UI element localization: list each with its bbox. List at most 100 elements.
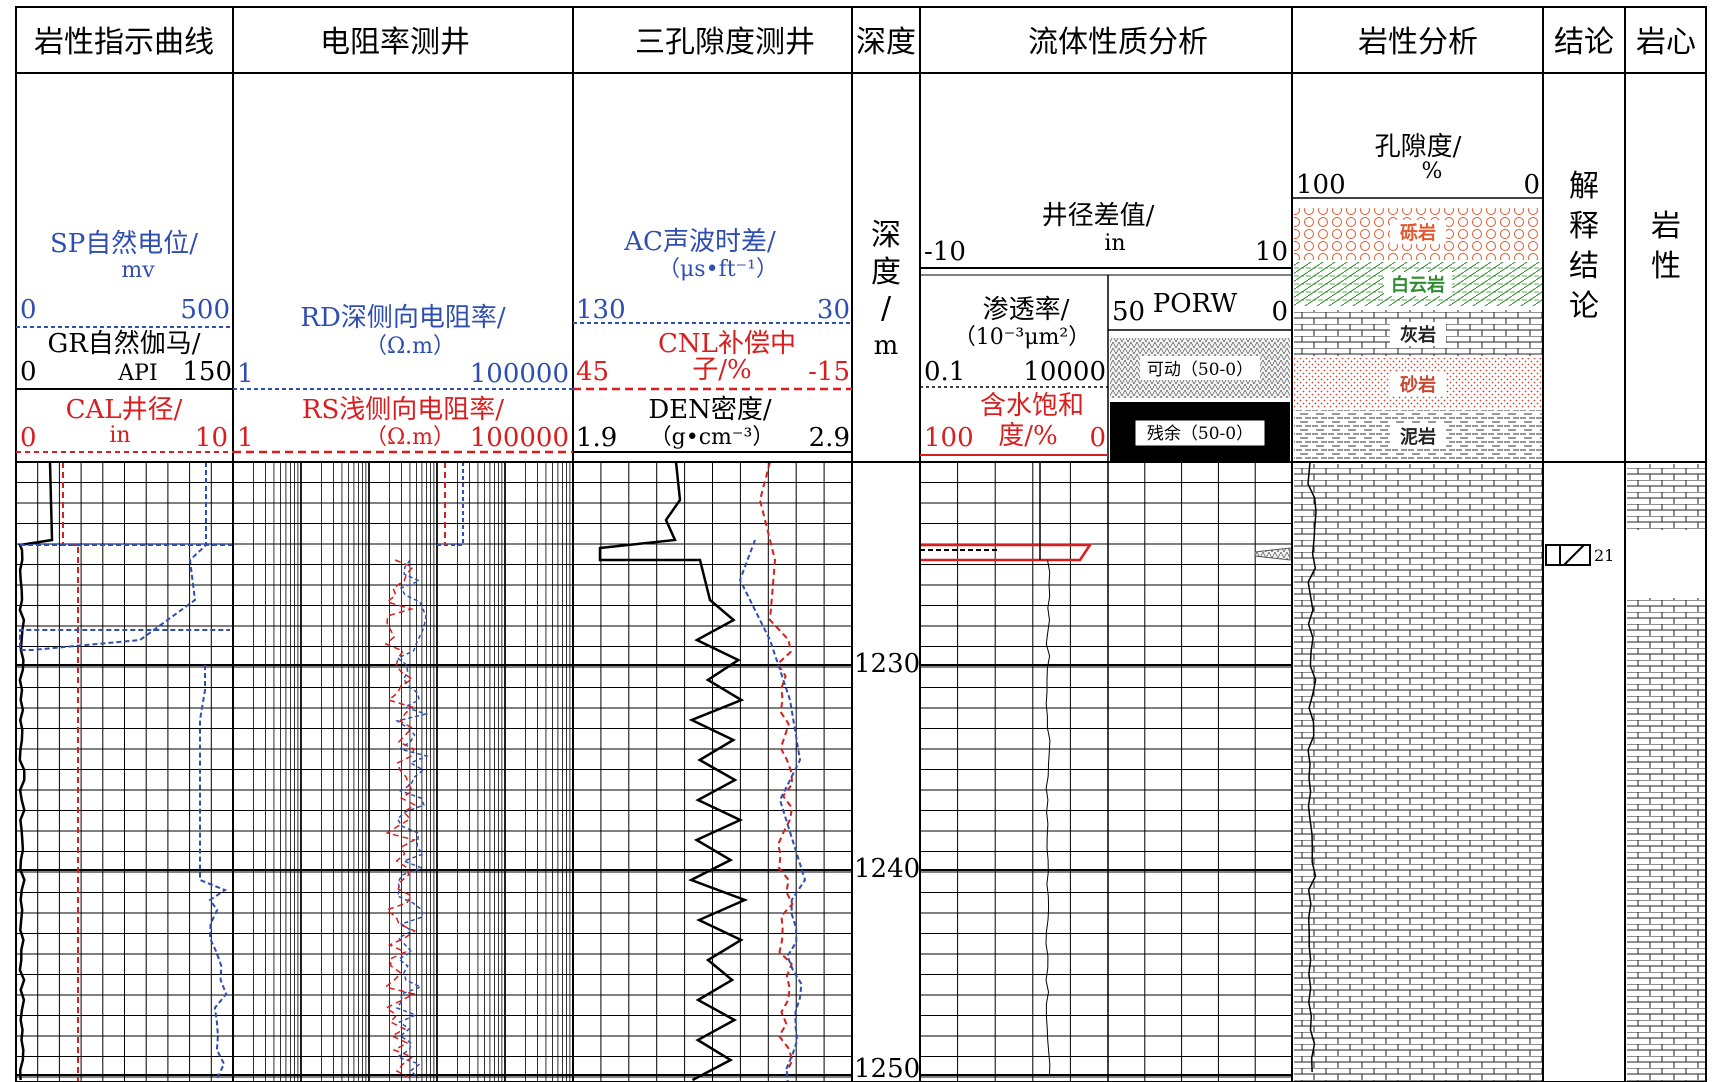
perm-min: 0.1 [924,357,965,387]
gr-curve [18,461,54,1081]
header-depth: 深度 [856,25,916,60]
well-log-chart: 岩性指示曲线 电阻率测井 三孔隙度测井 深度 流体性质分析 岩性分析 结论 岩心… [15,6,1707,1082]
header-resistivity: 电阻率测井 [320,25,470,60]
den-label: DEN密度/ [648,395,772,425]
core-title-char: 性 [1651,249,1681,284]
depth-title-char: m [874,331,899,361]
rs-max: 100000 [470,423,569,453]
perm-unit: （10⁻³μm²） [954,325,1090,350]
legend-dolomite: 白云岩 [1391,274,1445,296]
layer-marker: 21 [1545,544,1614,566]
porw-min: 50 [1112,297,1145,327]
depth-tick-1230: 1230 [854,649,920,679]
depth-header: 深 度 / m [871,218,901,361]
gr-label: GR自然伽马/ [47,329,200,359]
gr-min: 0 [20,357,37,387]
caliper-diff-min: -10 [924,237,966,267]
cal-unit: in [109,423,130,448]
header-lithology: 岩性分析 [1358,25,1478,60]
legend-gravel: 砾岩 [1400,222,1436,244]
cal-min: 0 [20,423,37,453]
ac-max: 30 [817,295,850,325]
depth-tick-1250: 1250 [854,1054,920,1082]
lith-header: 孔隙度/ % 100 0 砾岩 白云岩 灰岩 砂岩 泥岩 [1294,132,1542,460]
rs-min: 1 [237,423,254,453]
conclusion-title-char: 论 [1569,289,1599,324]
depth-title-char: 深 [871,218,901,253]
rd-min: 1 [237,359,254,389]
header-conclusion: 结论 [1554,25,1614,60]
header-fluid: 流体性质分析 [1028,25,1208,60]
sp-label: SP自然电位/ [50,229,198,259]
track3-header: AC声波时差/ （μs•ft⁻¹） 130 30 CNL补偿中 子/% 45 -… [576,227,850,453]
residual-label: 残余（50-0） [1147,424,1253,444]
den-curve [598,461,749,1082]
core-title-char: 岩 [1651,209,1681,244]
legend-limestone: 灰岩 [1400,324,1436,346]
depth-title-char: 度 [871,255,901,290]
legend-sandstone: 砂岩 [1400,374,1436,396]
gr-max: 150 [182,357,232,387]
den-unit: （g•cm⁻³） [650,425,775,450]
rs-unit: （Ω.m） [365,425,455,450]
ac-label: AC声波时差/ [623,227,776,257]
header-core: 岩心 [1636,25,1696,60]
porw-max: 0 [1271,297,1288,327]
sp-min: 0 [20,295,37,325]
legend-mudstone: 泥岩 [1400,426,1436,448]
depth-ticks: 1230 1240 1250 [854,649,920,1082]
gr-unit: API [117,361,157,386]
caliper-diff-max: 10 [1255,237,1288,267]
den-max: 2.9 [809,423,850,453]
conclusion-title-char: 解 [1569,169,1599,204]
conclusion-title-char: 释 [1569,209,1599,244]
layer-number: 21 [1594,546,1614,565]
sw-label2: 度/% [998,421,1057,451]
den-min: 1.9 [576,423,617,453]
core-gap [1627,530,1705,598]
sp-max: 500 [180,295,230,325]
rs-label: RS浅侧向电阻率/ [302,395,504,425]
perm-label: 渗透率/ [983,295,1070,325]
sw-label: 含水饱和 [980,391,1084,421]
lith-column-fill [1294,464,1542,1082]
perm-curve [1045,559,1051,1077]
ac-unit: （μs•ft⁻¹） [658,257,778,282]
ac-min: 130 [576,295,626,325]
sw-max: 0 [1089,423,1106,453]
column-headers: 岩性指示曲线 电阻率测井 三孔隙度测井 深度 流体性质分析 岩性分析 结论 岩心 [34,25,1696,60]
rd-label: RD深侧向电阻率/ [300,303,505,333]
caliper-diff-label: 井径差值/ [1042,201,1155,231]
por-label: 孔隙度/ [1375,132,1462,162]
track2-header: RD深侧向电阻率/ （Ω.m） 1 100000 RS浅侧向电阻率/ （Ω.m）… [237,303,569,453]
conclusion-title-char: 结 [1569,249,1599,284]
cnl-label2: 子/% [692,355,751,385]
sw-min: 100 [924,423,974,453]
log-grids [16,461,1705,1082]
track1-header: SP自然电位/ mv 0 500 GR自然伽马/ API 0 150 CAL井径… [20,229,232,453]
log-curves [18,461,1317,1082]
header-porosity: 三孔隙度测井 [635,25,815,60]
fluid-header: 井径差值/ in -10 10 渗透率/ （10⁻³μm²） 0.1 10000… [924,201,1290,462]
cal-label: CAL井径/ [66,395,183,425]
por-min: 100 [1296,170,1346,200]
porw-spike [1254,547,1291,561]
por-unit: % [1422,159,1443,184]
rd-unit: （Ω.m） [365,334,455,359]
sw-curve [920,543,1093,562]
cnl-min: 45 [576,357,609,387]
porw-label: PORW [1153,289,1238,319]
caliper-diff-unit: in [1104,231,1125,256]
por-max: 0 [1523,170,1540,200]
cal-curve [62,462,79,1082]
rd-max: 100000 [470,359,569,389]
depth-title-char: / [881,291,892,326]
cal-max: 10 [195,423,228,453]
cnl-curve [758,461,794,1073]
movable-label: 可动（50-0） [1147,360,1253,380]
header-lith-indicator: 岩性指示曲线 [34,25,214,60]
cnl-max: -15 [808,357,850,387]
perm-max: 10000 [1023,357,1106,387]
depth-tick-1240: 1240 [854,854,920,884]
sp-unit: mv [121,258,155,283]
